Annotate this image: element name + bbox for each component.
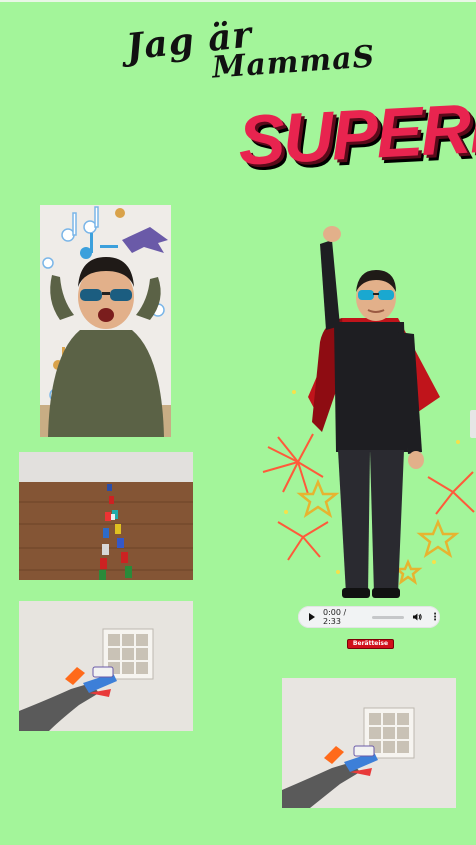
title-superhero: SUPERHJÄLTE xyxy=(236,76,476,180)
photo-hand-puppet-1-drawing xyxy=(19,601,193,731)
photo-hand-puppet-2-drawing xyxy=(282,678,456,808)
audio-player[interactable]: 0:00 / 2:33 ⋮ xyxy=(298,606,440,628)
audio-seek-bar[interactable] xyxy=(372,615,405,619)
volume-icon[interactable] xyxy=(412,612,422,622)
photo-toy-cars xyxy=(19,452,193,580)
photo-toy-cars-drawing xyxy=(19,452,193,580)
photo-boy-music xyxy=(40,205,171,437)
photo-hand-puppet-2 xyxy=(282,678,456,808)
side-scroll-handle[interactable] xyxy=(470,410,476,438)
more-vert-icon[interactable]: ⋮ xyxy=(430,612,440,623)
photo-boy-music-drawing xyxy=(40,205,171,437)
audio-time: 0:00 / 2:33 xyxy=(323,608,347,626)
photo-hand-puppet-1 xyxy=(19,601,193,731)
hero-boy-cape-drawing xyxy=(262,226,475,598)
page: Jag är MammaS SUPERHJÄLTE 0:00 / 2:33 ⋮ … xyxy=(0,0,476,845)
hero-boy-cape-image xyxy=(258,222,476,602)
story-button[interactable]: Berätteise xyxy=(347,639,394,649)
play-icon[interactable] xyxy=(309,613,315,621)
